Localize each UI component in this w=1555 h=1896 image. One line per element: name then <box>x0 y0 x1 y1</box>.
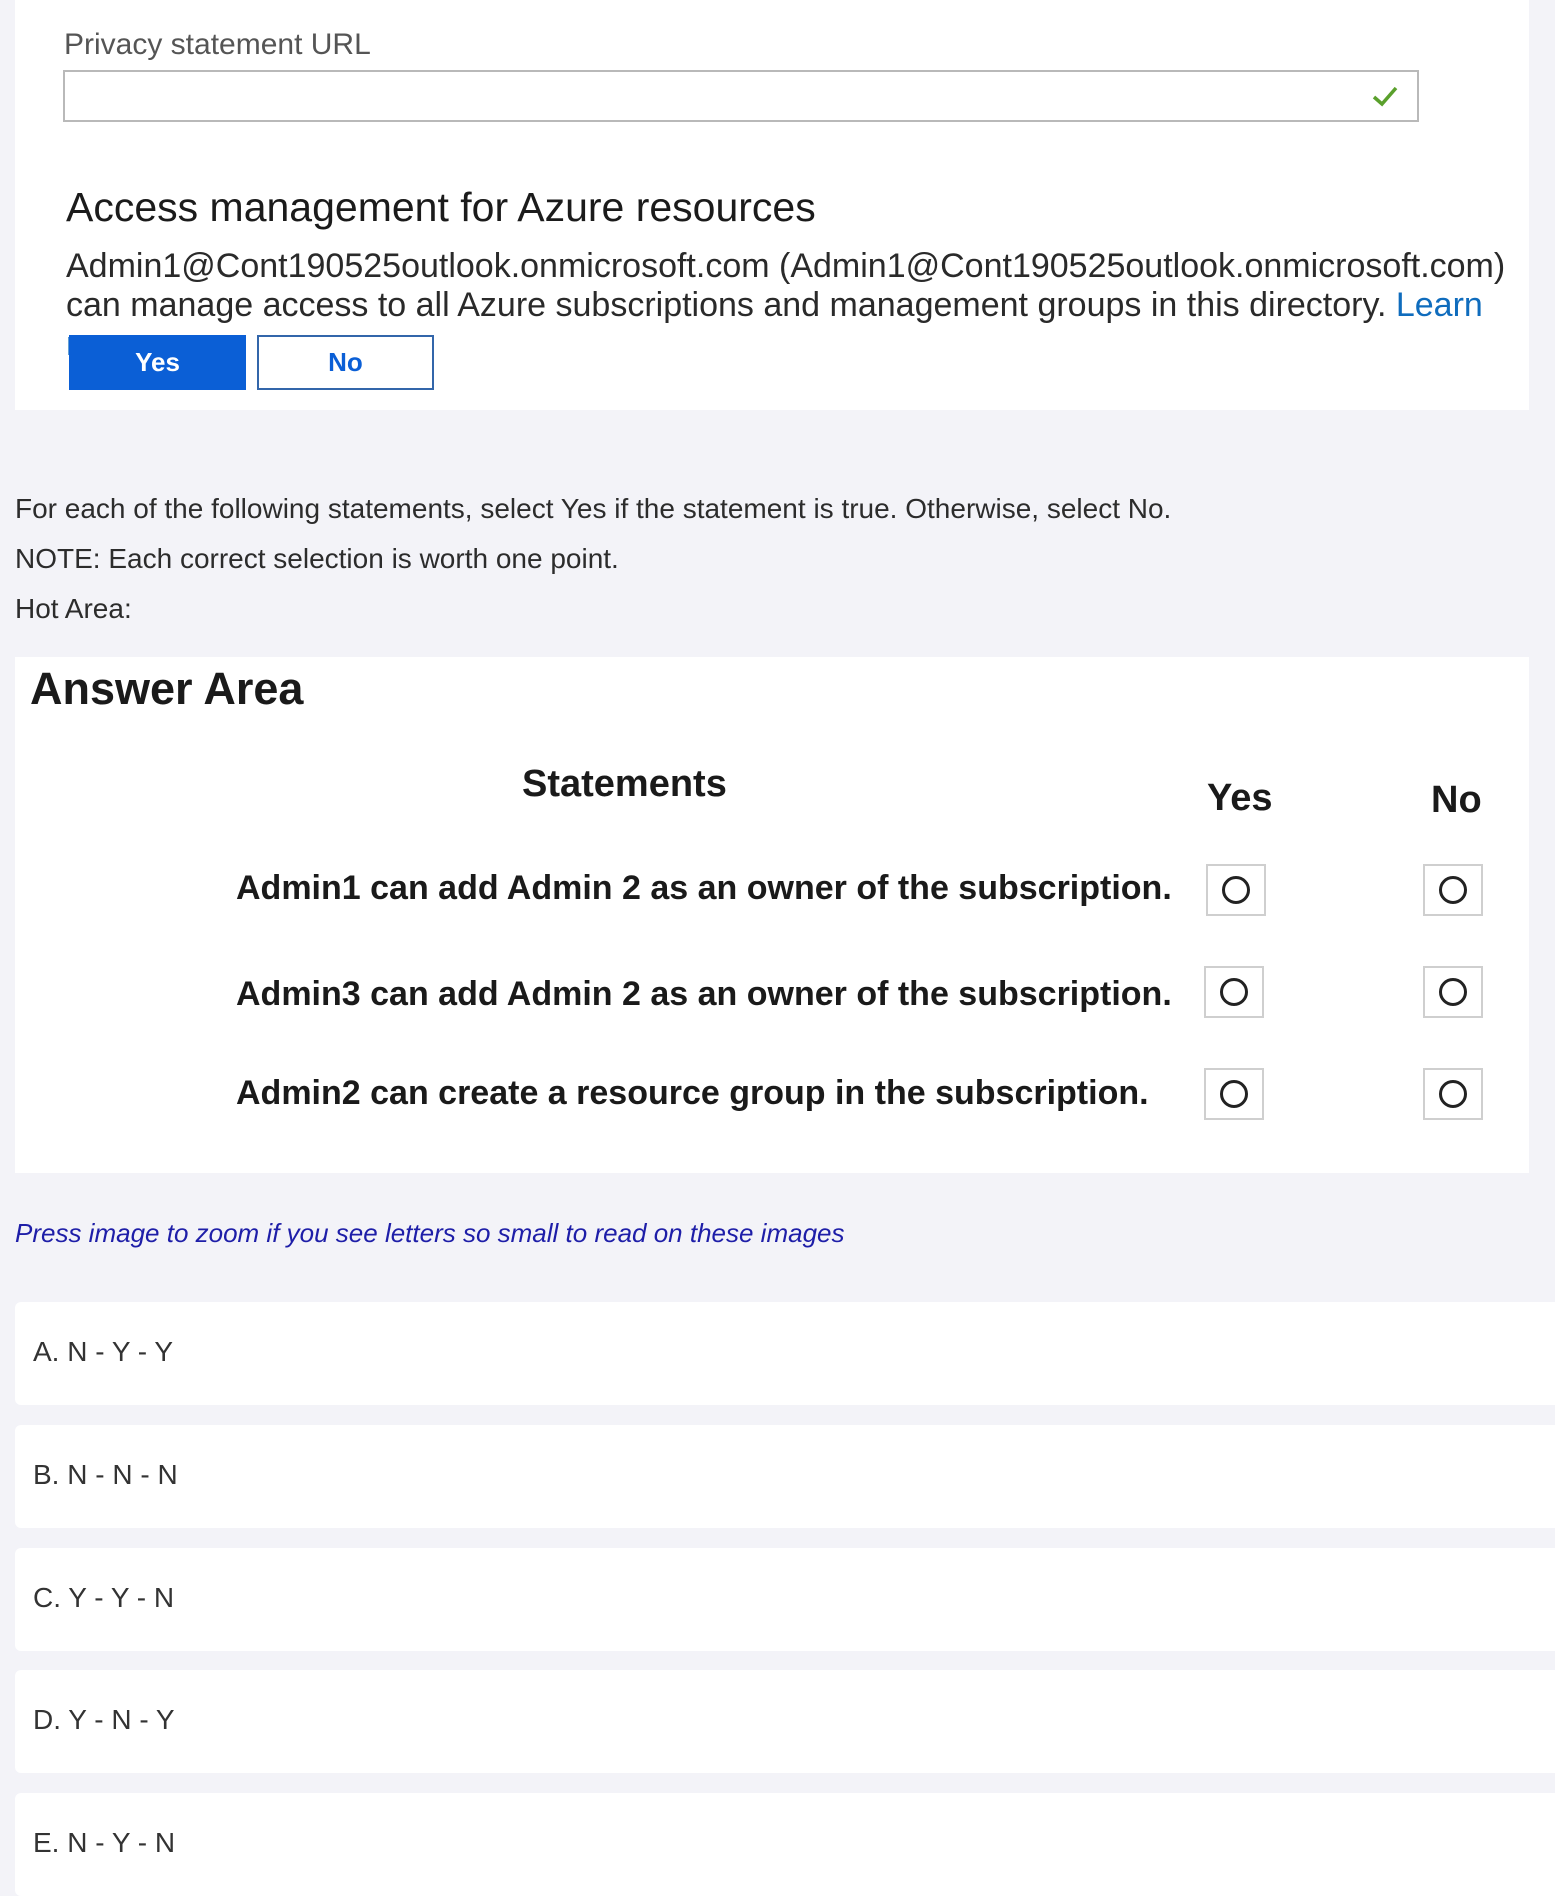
instruction-line: For each of the following statements, se… <box>15 493 1172 524</box>
option-a-label: A. N - Y - Y <box>33 1336 174 1367</box>
statement-3: Admin2 can create a resource group in th… <box>236 1074 1149 1112</box>
zoom-hint: Press image to zoom if you see letters s… <box>15 1218 845 1248</box>
statement-2: Admin3 can add Admin 2 as an owner of th… <box>236 975 1172 1013</box>
radio-circle-icon <box>1439 1080 1467 1108</box>
statement-1: Admin1 can add Admin 2 as an owner of th… <box>236 869 1172 907</box>
statement-1-no-radio[interactable] <box>1423 864 1483 916</box>
privacy-url-input[interactable] <box>63 70 1419 122</box>
radio-circle-icon <box>1439 876 1467 904</box>
option-d[interactable]: D. Y - N - Y <box>15 1670 1555 1773</box>
toggle-no-button[interactable]: No <box>257 335 434 390</box>
option-e-label: E. N - Y - N <box>33 1827 176 1858</box>
note-line: NOTE: Each correct selection is worth on… <box>15 543 619 574</box>
statements-column-header: Statements <box>522 763 727 805</box>
toggle-yes-button[interactable]: Yes <box>69 335 246 390</box>
statement-3-no-radio[interactable] <box>1423 1068 1483 1120</box>
azure-properties-panel: Privacy statement URL Access management … <box>15 0 1529 410</box>
option-a[interactable]: A. N - Y - Y <box>15 1302 1555 1405</box>
option-c-label: C. Y - Y - N <box>33 1582 175 1613</box>
statement-2-yes-radio[interactable] <box>1204 966 1264 1018</box>
hot-area-label: Hot Area: <box>15 593 132 624</box>
statement-3-yes-radio[interactable] <box>1204 1068 1264 1120</box>
description-text: Admin1@Cont190525outlook.onmicrosoft.com… <box>66 247 1506 324</box>
answer-area: Answer Area Statements Yes No Admin1 can… <box>15 657 1529 1173</box>
answer-area-title: Answer Area <box>30 663 304 714</box>
option-d-label: D. Y - N - Y <box>33 1704 175 1735</box>
radio-circle-icon <box>1220 978 1248 1006</box>
option-b[interactable]: B. N - N - N <box>15 1425 1555 1528</box>
radio-circle-icon <box>1220 1080 1248 1108</box>
option-e[interactable]: E. N - Y - N <box>15 1793 1555 1896</box>
statement-2-no-radio[interactable] <box>1423 966 1483 1018</box>
radio-circle-icon <box>1222 876 1250 904</box>
option-c[interactable]: C. Y - Y - N <box>15 1548 1555 1651</box>
checkmark-icon <box>1372 86 1398 107</box>
statement-1-yes-radio[interactable] <box>1206 864 1266 916</box>
radio-circle-icon <box>1439 978 1467 1006</box>
option-b-label: B. N - N - N <box>33 1459 178 1490</box>
access-management-heading: Access management for Azure resources <box>66 184 816 230</box>
no-column-header: No <box>1431 779 1482 821</box>
privacy-url-label: Privacy statement URL <box>64 28 371 61</box>
yes-column-header: Yes <box>1207 777 1273 819</box>
